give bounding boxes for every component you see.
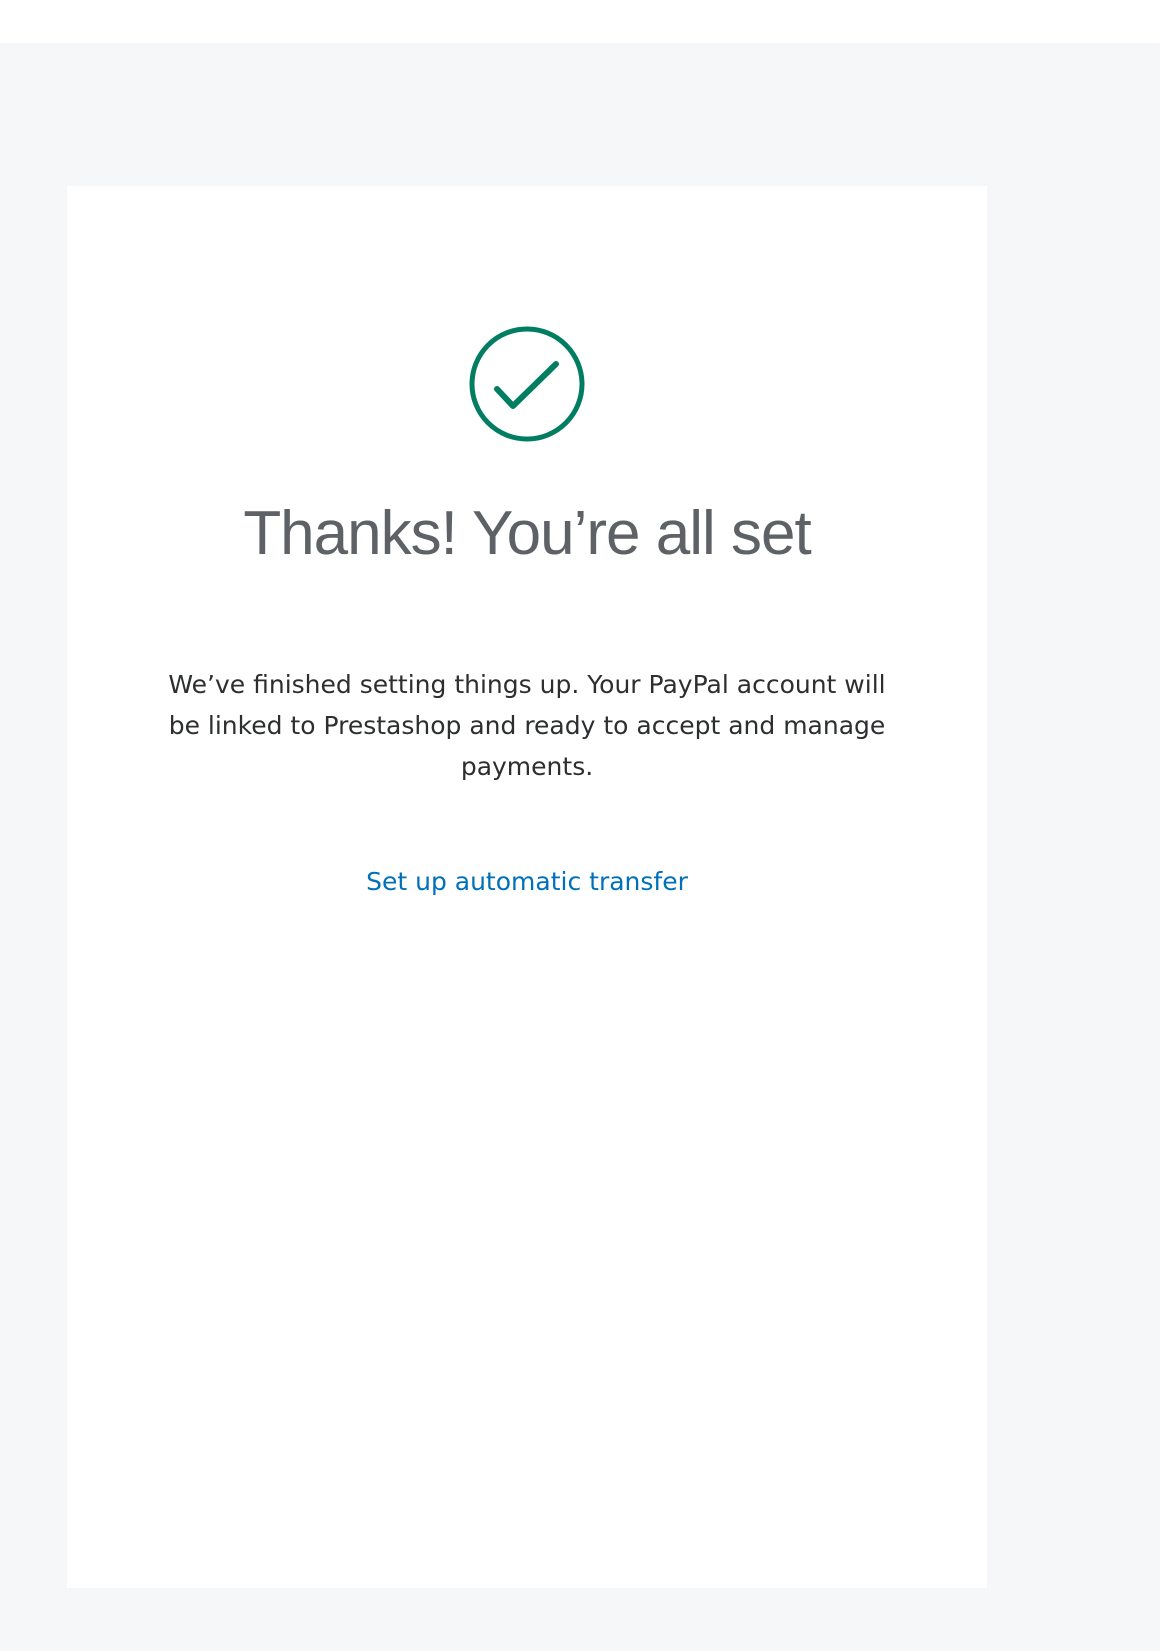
page-background: Thanks! You’re all set We’ve finished se…	[0, 43, 1160, 1651]
confirmation-message: We’ve finished setting things up. Your P…	[168, 670, 886, 781]
check-circle-outline	[469, 326, 585, 442]
setup-automatic-transfer-link[interactable]: Set up automatic transfer	[67, 864, 987, 900]
check-circle-icon	[469, 326, 585, 442]
page-title: Thanks! You’re all set	[243, 499, 811, 568]
top-bar	[0, 0, 1160, 43]
check-mark	[494, 361, 559, 409]
confirmation-card: Thanks! You’re all set We’ve finished se…	[67, 186, 987, 1588]
